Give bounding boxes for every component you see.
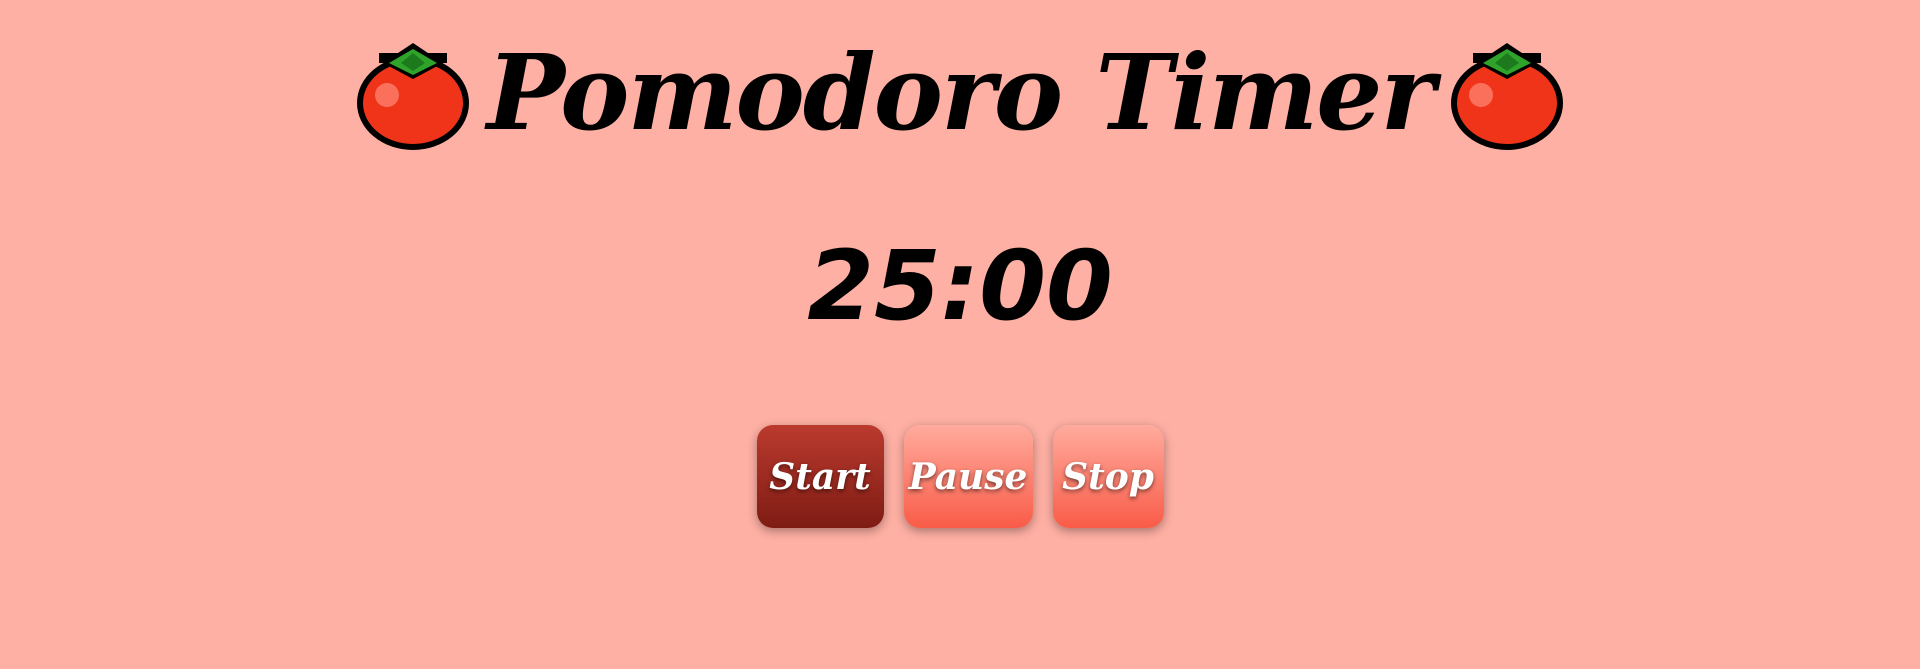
timer-display: 25:00 <box>807 230 1113 342</box>
tomato-icon <box>356 43 469 150</box>
start-button[interactable]: Start <box>756 425 884 528</box>
timer-controls: Start Pause Stop <box>0 425 1920 528</box>
pomodoro-app: Pomodoro Timer 25:00 Start Pause Stop <box>0 0 1920 669</box>
tomato-icon <box>1451 43 1564 150</box>
stop-button[interactable]: Stop <box>1052 425 1164 528</box>
pause-button[interactable]: Pause <box>903 425 1033 528</box>
header: Pomodoro Timer <box>0 28 1920 158</box>
app-title: Pomodoro Timer <box>486 31 1436 154</box>
